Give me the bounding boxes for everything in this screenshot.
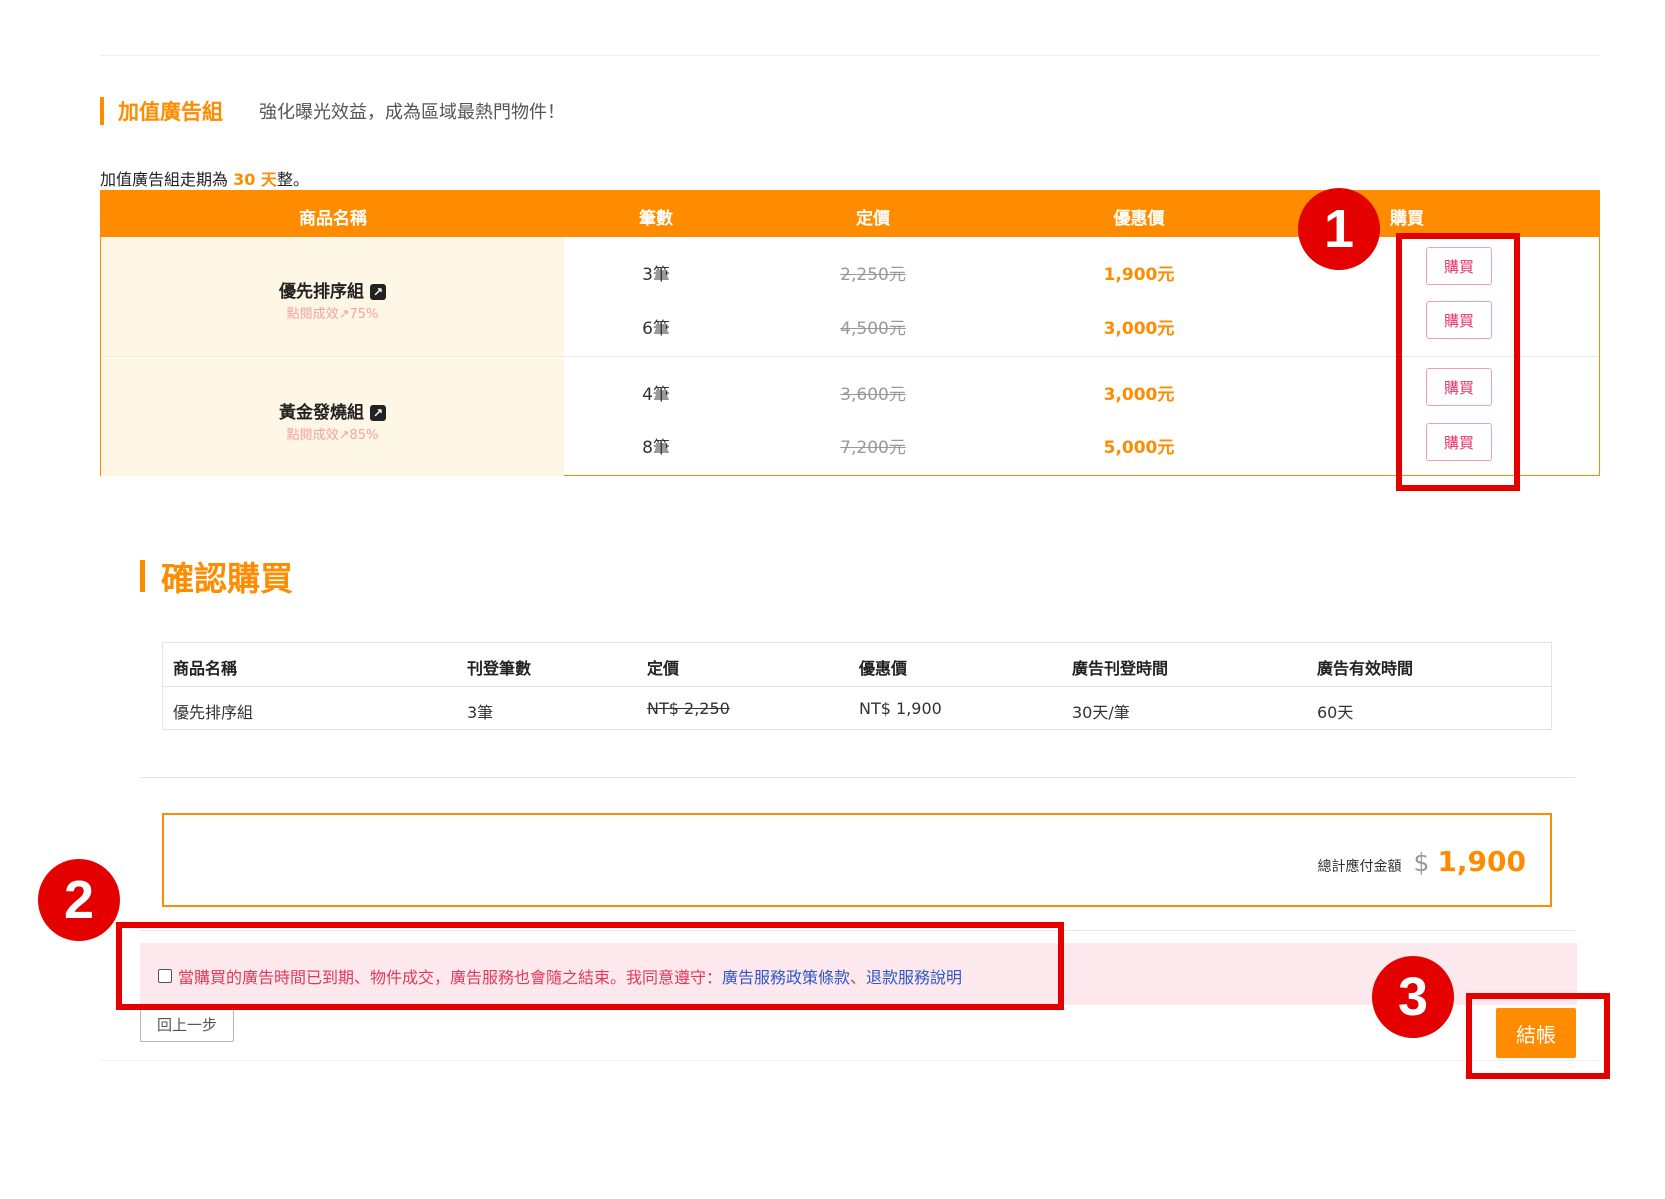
addon-title: 加值廣告組 [118,100,223,124]
row-count: 8筆 [642,438,670,458]
step-marker-1: 1 [1298,188,1380,270]
order-header: 商品名稱 [173,659,238,678]
row-original-price: 4,500元 [840,319,906,339]
row-sale-price: 3,000元 [1103,385,1175,405]
highlight-buy-buttons [1396,233,1520,491]
order-header: 刊登筆數 [467,659,532,678]
addon-subtitle: 強化曝光效益，成為區域最熱門物件！ [259,102,565,123]
divider [140,777,1575,778]
header-buy: 購買 [1390,209,1424,229]
order-cell-valid-time: 60天 [1317,703,1354,722]
section-accent-bar [100,97,104,125]
order-cell-name: 優先排序組 [173,703,254,722]
order-header: 定價 [647,659,680,678]
order-header-row: 商品名稱 刊登筆數 定價 優惠價 廣告刊登時間 廣告有效時間 [163,643,1551,687]
package-name[interactable]: 黃金發燒組 ↗ [101,398,564,423]
period-prefix: 加值廣告組走期為 [100,170,234,189]
total-amount-group: 總計應付金額 $ 1,900 [1318,845,1526,878]
external-link-icon[interactable]: ↗ [370,284,386,300]
row-count: 4筆 [642,385,670,405]
header-price: 定價 [856,209,890,229]
row-original-price: 3,600元 [840,385,906,405]
order-cell-price: NT$ 2,250 [647,699,730,718]
external-link-icon[interactable]: ↗ [370,405,386,421]
order-summary-table: 商品名稱 刊登筆數 定價 優惠價 廣告刊登時間 廣告有效時間 優先排序組 3筆 … [162,642,1552,730]
highlight-agreement [116,922,1064,1010]
order-cell-sale: NT$ 1,900 [859,699,942,718]
step-marker-2: 2 [38,859,120,941]
row-original-price: 2,250元 [840,265,906,285]
row-original-price: 7,200元 [840,438,906,458]
row-sale-price: 3,000元 [1103,319,1175,339]
section-accent-bar [140,560,145,592]
package-group-gold: 黃金發燒組 ↗ 點閱成效↗85% 4筆 3,600元 3,000元 購買 8筆 7… [101,358,1599,476]
order-cell-count: 3筆 [467,703,494,722]
confirm-section-header: 確認購買 [140,552,293,600]
header-product-name: 商品名稱 [299,209,367,229]
back-button[interactable]: 回上一步 [140,1006,234,1042]
step-marker-3: 3 [1372,956,1454,1038]
highlight-checkout [1466,993,1610,1079]
package-name-text: 優先排序組 [279,282,364,302]
package-name[interactable]: 優先排序組 ↗ [101,277,564,302]
order-header: 廣告有效時間 [1317,659,1414,678]
table-row: 優先排序組 3筆 NT$ 2,250 NT$ 1,900 30天/筆 60天 [163,687,1551,731]
order-header: 廣告刊登時間 [1072,659,1169,678]
period-suffix: 整。 [276,170,309,189]
total-label: 總計應付金額 [1317,859,1402,875]
package-name-text: 黃金發燒組 [279,403,364,423]
addon-period: 加值廣告組走期為 30 天整。 [100,166,309,190]
package-effect: 點閱成效↗85% [286,428,379,443]
total-box: 總計應付金額 $ 1,900 [162,813,1552,907]
divider [100,1060,1600,1061]
package-group-priority: 優先排序組 ↗ 點閱成效↗75% 3筆 2,250元 1,900元 購買 6筆 4… [101,237,1599,357]
row-count: 3筆 [642,265,670,285]
order-cell-publish-time: 30天/筆 [1072,703,1130,722]
total-amount: 1,900 [1437,845,1526,878]
top-divider [100,55,1600,56]
package-effect: 點閱成效↗75% [286,307,379,322]
row-count: 6筆 [642,319,670,339]
total-currency: $ [1413,848,1430,877]
header-count: 筆數 [639,209,673,229]
row-sale-price: 5,000元 [1103,438,1175,458]
addon-section-header: 加值廣告組 強化曝光效益，成為區域最熱門物件！ [100,96,565,126]
order-header: 優惠價 [859,659,908,678]
confirm-title: 確認購買 [161,559,293,598]
row-sale-price: 1,900元 [1103,265,1175,285]
header-sale-price: 優惠價 [1113,209,1165,229]
period-days: 30 天 [233,170,277,189]
